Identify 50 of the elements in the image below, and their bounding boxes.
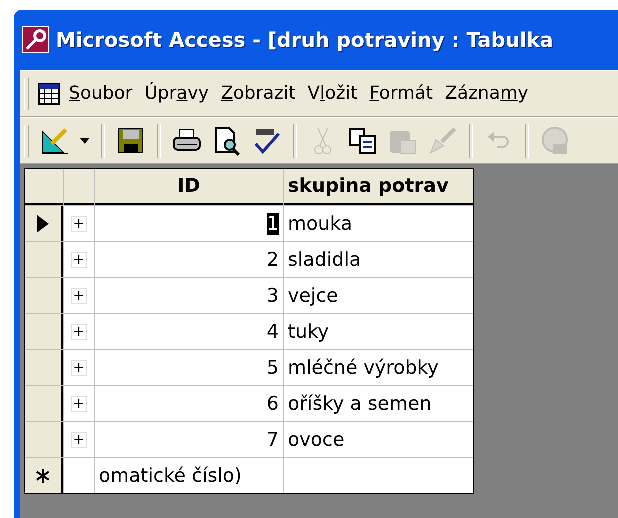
record-selector[interactable] — [25, 242, 63, 277]
table-cell[interactable]: vejce — [284, 278, 473, 313]
page-magnifier-icon — [213, 126, 241, 156]
menu-item[interactable]: Formát — [366, 83, 438, 104]
record-selector[interactable] — [25, 422, 63, 457]
expand-button[interactable]: + — [71, 360, 87, 376]
table-cell[interactable]: 3 — [95, 278, 283, 313]
table-cell[interactable]: 6 — [95, 386, 283, 421]
column-header[interactable]: skupina potrav — [284, 169, 473, 205]
window-title: Microsoft Access - [druh potraviny : Tabulka — [56, 28, 554, 52]
record-selector[interactable] — [25, 206, 63, 241]
table-cell[interactable]: 7 — [95, 422, 283, 457]
caret-icon — [80, 138, 90, 144]
expand-button[interactable]: + — [71, 252, 87, 268]
record-selector[interactable] — [25, 278, 63, 313]
table-cell[interactable]: 1 — [95, 206, 283, 241]
table-cell[interactable]: mléčné výrobky — [284, 350, 473, 385]
menu-item[interactable]: Soubor — [65, 83, 137, 104]
table-cell[interactable]: oříšky a semen — [284, 386, 473, 421]
record-selector[interactable] — [25, 314, 63, 349]
menu-item[interactable]: Vložit — [304, 83, 362, 104]
copy-icon — [348, 126, 378, 154]
menu-item[interactable]: Zobrazit — [217, 83, 300, 104]
globe-icon — [541, 126, 569, 156]
menu-item[interactable]: Záznamy — [441, 83, 533, 104]
table-cell[interactable]: sladidla — [284, 242, 473, 277]
table-cell[interactable]: tuky — [284, 314, 473, 349]
column-header[interactable]: ID — [95, 169, 283, 205]
ruler-pencil-icon — [40, 126, 70, 156]
expand-button[interactable]: + — [71, 324, 87, 340]
table-cell[interactable]: omatické číslo) — [95, 458, 283, 493]
expand-button[interactable]: + — [71, 432, 87, 448]
current-row-arrow-icon — [37, 214, 49, 232]
table-cell[interactable]: mouka — [284, 206, 473, 241]
table-cell[interactable] — [284, 458, 473, 493]
table-cell[interactable]: 4 — [95, 314, 283, 349]
table-cell[interactable]: 2 — [95, 242, 283, 277]
record-selector[interactable] — [25, 458, 63, 493]
undo-icon — [487, 130, 511, 150]
expand-button[interactable]: + — [71, 216, 87, 232]
menu-item[interactable]: Úpravy — [140, 83, 214, 104]
expand-button[interactable]: + — [71, 288, 87, 304]
asterisk-icon — [35, 468, 51, 484]
record-selector[interactable] — [25, 350, 63, 385]
table-cell[interactable]: ovoce — [284, 422, 473, 457]
paintbrush-icon — [428, 126, 458, 156]
record-selector[interactable] — [25, 386, 63, 421]
expand-button[interactable]: + — [71, 396, 87, 412]
table-cell[interactable]: 5 — [95, 350, 283, 385]
table-grid-icon[interactable] — [37, 82, 61, 106]
